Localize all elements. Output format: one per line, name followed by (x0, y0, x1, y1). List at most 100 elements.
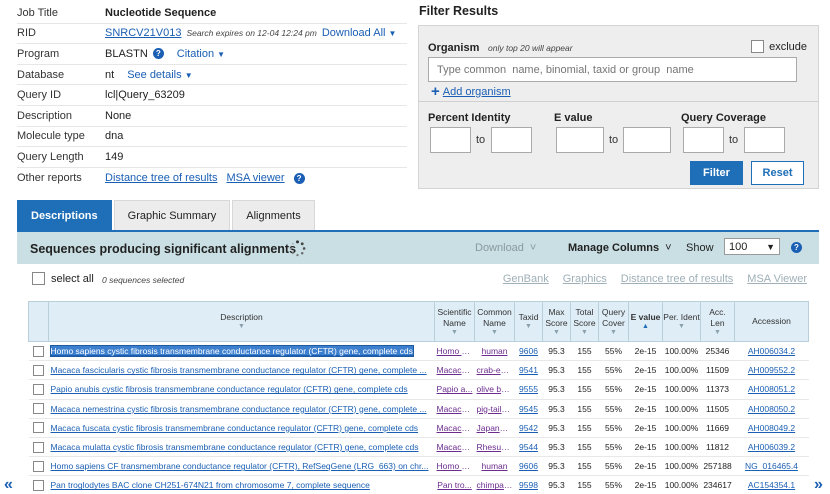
cell-taxid[interactable]: 9598 (514, 475, 543, 494)
distance-tree-results-link[interactable]: Distance tree of results (621, 273, 734, 285)
cell-description[interactable]: Homo sapiens CF transmembrane conductanc… (48, 456, 435, 477)
cell-taxid[interactable]: 9606 (514, 456, 543, 477)
cell-e-value-text: 2e-15 (634, 346, 657, 357)
add-organism-link[interactable]: + Add organism (431, 83, 511, 100)
rid-link[interactable]: SNRCV21V013 (105, 27, 181, 39)
header-acc-len[interactable]: Acc. Len ▼ (700, 301, 735, 342)
exclude-toggle[interactable]: exclude (751, 40, 807, 53)
cell-scientific-name[interactable]: Macaca... (434, 360, 475, 381)
graphics-link[interactable]: Graphics (563, 273, 607, 285)
header-per-ident[interactable]: Per. Ident ▼ (662, 301, 701, 342)
query-coverage-min-input[interactable] (683, 127, 724, 153)
cell-accession[interactable]: AC154354.1 (734, 475, 809, 494)
row-checkbox[interactable] (33, 460, 44, 472)
header-description[interactable]: Description ▼ (48, 301, 435, 342)
download-menu[interactable]: Download ˅ (475, 242, 536, 254)
header-max-score[interactable]: Max Score ▼ (542, 301, 571, 342)
cell-scientific-name[interactable]: Pan tro... (434, 475, 475, 494)
cell-description[interactable]: Macaca fascicularis cystic fibrosis tran… (48, 360, 435, 381)
cell-scientific-name[interactable]: Macaca... (434, 399, 475, 419)
cell-accession[interactable]: NG_016465.4 (734, 456, 809, 477)
cell-description[interactable]: Macaca mulatta cystic fibrosis transmemb… (48, 437, 435, 458)
organism-input[interactable] (428, 57, 797, 82)
distance-tree-link[interactable]: Distance tree of results (105, 172, 218, 184)
cell-accession[interactable]: AH008051.2 (734, 379, 809, 400)
header-e-value[interactable]: E value ▲ (628, 301, 663, 342)
row-checkbox[interactable] (33, 403, 44, 415)
cell-scientific-name[interactable]: Homo s... (434, 456, 475, 477)
header-total-score[interactable]: Total Score ▼ (570, 301, 599, 342)
filter-button[interactable]: Filter (690, 161, 743, 185)
cell-taxid[interactable]: 9542 (514, 418, 543, 438)
percent-identity-max-input[interactable] (491, 127, 532, 153)
cell-accession[interactable]: AH006034.2 (734, 341, 809, 362)
msa-viewer-results-link[interactable]: MSA Viewer (747, 273, 807, 285)
cell-common-name[interactable]: olive ba... (474, 379, 515, 400)
e-value-max-input[interactable] (623, 127, 671, 153)
cell-taxid[interactable]: 9541 (514, 360, 543, 381)
row-checkbox[interactable] (33, 422, 44, 434)
help-icon[interactable]: ? (293, 172, 305, 184)
cell-scientific-name[interactable]: Homo s... (434, 341, 475, 362)
cell-description[interactable]: Homo sapiens cystic fibrosis transmembra… (48, 341, 435, 362)
row-checkbox[interactable] (33, 364, 44, 376)
cell-taxid[interactable]: 9544 (514, 437, 543, 458)
exclude-checkbox[interactable] (751, 40, 765, 53)
cell-accession[interactable]: AH008049.2 (734, 418, 809, 438)
reset-button[interactable]: Reset (751, 161, 804, 185)
cell-description[interactable]: Pan troglodytes BAC clone CH251-674N21 f… (48, 475, 435, 494)
header-scientific-name[interactable]: Scientific Name ▼ (434, 301, 475, 342)
cell-common-name[interactable]: crab-eat... (474, 360, 515, 381)
tab-graphic-summary[interactable]: Graphic Summary (113, 200, 231, 230)
cell-total-score: 155 (570, 437, 599, 458)
select-all-checkbox[interactable] (32, 272, 45, 285)
download-all-link[interactable]: Download All ▼ (322, 27, 397, 39)
cell-scientific-name[interactable]: Macaca... (434, 437, 475, 458)
cell-taxid[interactable]: 9606 (514, 341, 543, 362)
table-row: Papio anubis cystic fibrosis transmembra… (28, 379, 809, 400)
cell-common-name[interactable]: chimpan... (474, 475, 515, 494)
header-common-name[interactable]: Common Name ▼ (474, 301, 515, 342)
scroll-left-icon[interactable]: « (4, 476, 13, 494)
cell-accession[interactable]: AH006039.2 (734, 437, 809, 458)
genbank-link[interactable]: GenBank (503, 273, 549, 285)
cell-taxid-text: 9555 (519, 384, 538, 395)
msa-viewer-link[interactable]: MSA viewer (227, 172, 285, 184)
scroll-right-icon[interactable]: » (814, 476, 823, 494)
cell-common-name[interactable]: human (474, 341, 515, 362)
cell-scientific-name[interactable]: Papio a... (434, 379, 475, 400)
cell-accession[interactable]: AH009552.2 (734, 360, 809, 381)
see-details-link[interactable]: See details ▼ (127, 69, 192, 81)
cell-accession[interactable]: AH008050.2 (734, 399, 809, 419)
header-query-cover[interactable]: Query Cover ▼ (598, 301, 629, 342)
cell-common-name[interactable]: Rhesus ... (474, 437, 515, 458)
manage-columns-menu[interactable]: Manage Columns ˅ (568, 242, 672, 254)
row-checkbox-cell (28, 456, 49, 477)
tab-descriptions[interactable]: Descriptions (17, 200, 112, 230)
help-icon[interactable]: ? (152, 48, 164, 60)
row-checkbox[interactable] (33, 480, 44, 492)
tab-alignments[interactable]: Alignments (232, 200, 315, 230)
database-label: Database (17, 68, 65, 81)
cell-description[interactable]: Papio anubis cystic fibrosis transmembra… (48, 379, 435, 400)
select-all-toggle[interactable]: select all (32, 272, 94, 285)
cell-taxid[interactable]: 9545 (514, 399, 543, 419)
cell-description[interactable]: Macaca nemestrina cystic fibrosis transm… (48, 399, 435, 419)
help-icon[interactable]: ? (791, 242, 802, 253)
cell-scientific-name[interactable]: Macaca... (434, 418, 475, 438)
e-value-min-input[interactable] (556, 127, 604, 153)
row-checkbox[interactable] (33, 384, 44, 396)
cell-common-name[interactable]: Japanes... (474, 418, 515, 438)
show-count-select[interactable]: 100 ▼ (724, 238, 780, 255)
cell-description[interactable]: Macaca fuscata cystic fibrosis transmemb… (48, 418, 435, 438)
header-taxid[interactable]: Taxid ▼ (514, 301, 543, 342)
cell-common-name[interactable]: human (474, 456, 515, 477)
row-checkbox[interactable] (33, 345, 44, 357)
header-accession[interactable]: Accession (734, 301, 809, 342)
cell-common-name[interactable]: pig-taile... (474, 399, 515, 419)
cell-taxid[interactable]: 9555 (514, 379, 543, 400)
citation-link[interactable]: Citation ▼ (177, 48, 225, 60)
percent-identity-min-input[interactable] (430, 127, 471, 153)
query-coverage-max-input[interactable] (744, 127, 785, 153)
row-checkbox[interactable] (33, 441, 44, 453)
